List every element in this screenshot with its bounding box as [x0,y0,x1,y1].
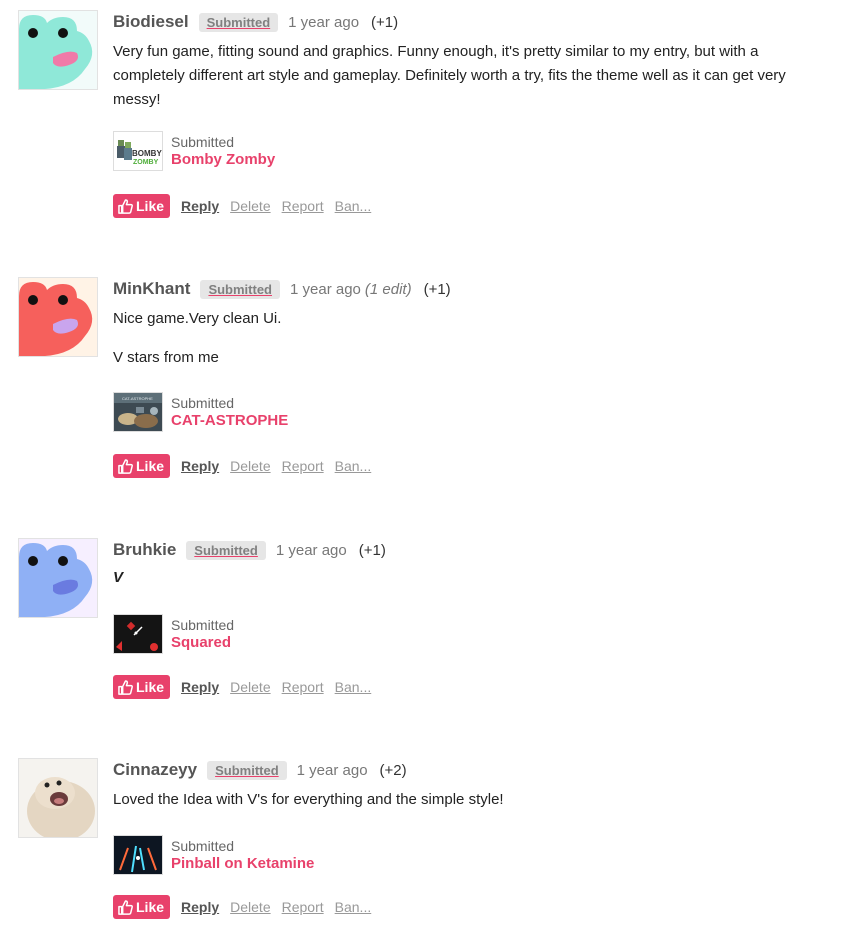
submitted-badge[interactable]: Submitted [186,540,266,560]
submitted-game: Submitted Squared [113,614,234,654]
comment-text: V [113,566,834,590]
bomby-zomby-thumbnail-icon: BOMBY ZOMBY [114,132,162,170]
thumbs-up-icon [118,899,133,915]
game-title-link[interactable]: Squared [171,634,234,652]
comment-paragraph: Nice game.Very clean Ui. [113,310,282,327]
comment-text: Very fun game, fitting sound and graphic… [113,40,834,112]
reply-link[interactable]: Reply [181,679,219,695]
delete-link[interactable]: Delete [230,458,270,474]
user-avatar[interactable] [18,538,98,618]
submitted-game: Submitted Pinball on Ketamine [113,835,314,875]
reply-link[interactable]: Reply [181,458,219,474]
squared-thumbnail-icon [114,615,162,653]
delete-link[interactable]: Delete [230,899,270,915]
game-thumbnail[interactable] [113,614,163,654]
delete-link[interactable]: Delete [230,679,270,695]
submitted-badge[interactable]: Submitted [207,760,287,780]
cat-astrophe-thumbnail-icon: CAT-ASTROPHE [114,393,162,431]
submitted-badge[interactable]: Submitted [198,12,279,32]
comment-actions: Like Reply Delete Report Ban... [113,675,371,699]
game-thumbnail[interactable] [113,835,163,875]
comment-paragraph: Very fun game, fitting sound and graphic… [113,43,786,108]
submitted-game: BOMBY ZOMBY Submitted Bomby Zomby [113,131,275,171]
comment-text: Loved the Idea with V's for everything a… [113,788,834,812]
like-button[interactable]: Like [113,454,171,478]
like-label: Like [136,679,165,695]
comment-actions: Like Reply Delete Report Ban... [113,454,371,478]
vote-count: (+1) [358,541,386,559]
reply-link[interactable]: Reply [181,899,219,915]
ban-link[interactable]: Ban... [335,679,372,695]
edit-indicator[interactable]: (1 edit) [365,281,412,298]
comment-paragraph: Loved the Idea with V's for everything a… [113,791,504,808]
vote-count: (+1) [371,13,399,31]
user-avatar[interactable] [18,758,98,838]
vote-count: (+2) [379,761,407,779]
thumbs-up-icon [118,458,133,474]
comment-author[interactable]: Bruhkie [113,540,176,560]
comment-timestamp[interactable]: 1 year ago [276,542,347,559]
submitted-game: CAT-ASTROPHE Submitted CAT-ASTROPHE [113,392,288,432]
seal-photo-avatar-icon [19,759,97,837]
svg-text:BOMBY: BOMBY [132,149,162,158]
comment-timestamp[interactable]: 1 year ago [290,281,361,298]
like-button[interactable]: Like [113,675,171,699]
svg-text:ZOMBY: ZOMBY [133,159,159,166]
game-label: Submitted [171,838,235,854]
like-label: Like [136,458,165,474]
like-button[interactable]: Like [113,895,171,919]
game-title-link[interactable]: Bomby Zomby [171,151,275,169]
game-thumbnail[interactable]: CAT-ASTROPHE [113,392,163,432]
report-link[interactable]: Report [282,198,324,214]
thumbs-up-icon [118,198,133,214]
comment-author[interactable]: Biodiesel [113,12,189,32]
comment-text: Nice game.Very clean Ui. V stars from me [113,307,834,370]
delete-link[interactable]: Delete [230,198,270,214]
report-link[interactable]: Report [282,458,324,474]
ban-link[interactable]: Ban... [335,198,372,214]
frog-avatar-icon [19,539,97,617]
comment-timestamp[interactable]: 1 year ago [297,762,368,779]
comment-paragraph: V stars from me [113,349,219,366]
report-link[interactable]: Report [282,679,324,695]
comment-paragraph: V [113,569,124,586]
like-label: Like [136,899,165,915]
report-link[interactable]: Report [282,899,324,915]
reply-link[interactable]: Reply [181,198,219,214]
pinball-thumbnail-icon [114,836,162,874]
svg-text:CAT-ASTROPHE: CAT-ASTROPHE [122,396,153,401]
ban-link[interactable]: Ban... [335,899,372,915]
game-title-link[interactable]: Pinball on Ketamine [171,855,314,873]
game-title-link[interactable]: CAT-ASTROPHE [171,412,288,430]
game-label: Submitted [171,134,235,150]
submitted-badge[interactable]: Submitted [200,279,280,299]
ban-link[interactable]: Ban... [335,458,372,474]
thumbs-up-icon [118,679,133,695]
comment-author[interactable]: MinKhant [113,279,190,299]
comment-author[interactable]: Cinnazeyy [113,760,197,780]
frog-avatar-icon [19,278,97,356]
like-button[interactable]: Like [113,194,171,218]
game-label: Submitted [171,617,235,633]
game-label: Submitted [171,395,235,411]
vote-count: (+1) [423,280,451,298]
comment-actions: Like Reply Delete Report Ban... [113,194,371,218]
user-avatar[interactable] [18,277,98,357]
user-avatar[interactable] [18,10,98,90]
game-thumbnail[interactable]: BOMBY ZOMBY [113,131,163,171]
comment-actions: Like Reply Delete Report Ban... [113,895,371,919]
frog-avatar-icon [19,11,97,89]
like-label: Like [136,198,165,214]
comment-timestamp[interactable]: 1 year ago [288,14,359,31]
